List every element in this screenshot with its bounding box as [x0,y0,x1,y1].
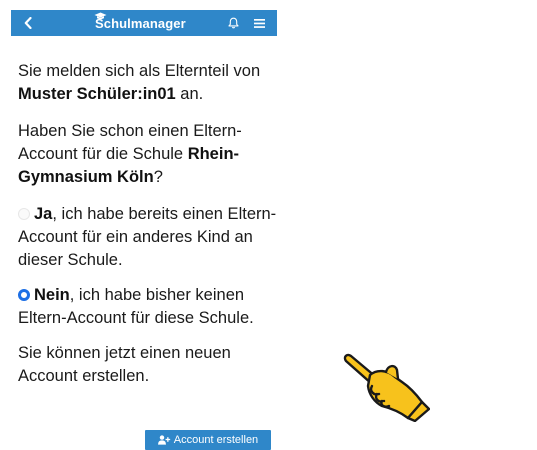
student-name: Muster Schüler:in01 [18,85,176,103]
pointing-hand-icon [343,353,430,422]
top-nav-bar: Schulmanager [11,10,277,36]
add-user-icon [157,435,171,445]
create-account-button[interactable]: Account erstellen [145,430,271,450]
hamburger-menu-icon [253,18,265,28]
brand-name: Schulmanager [95,15,186,31]
page: Schulmanager Sie melden sich als Elternt… [0,0,537,450]
intro-text-part: Sie melden sich als Elternteil von [18,62,261,80]
option-ja-label: Ja [34,205,53,223]
question-text-end: ? [153,168,163,186]
menu-button[interactable] [247,10,271,36]
intro-text: Sie melden sich als Elternteil von Muste… [18,60,280,106]
radio-ja[interactable] [18,208,30,220]
radio-nein[interactable] [18,289,30,301]
option-nein-label: Nein [34,286,70,304]
option-ja[interactable]: Ja, ich habe bereits einen Eltern-Accoun… [18,203,280,272]
info-text: Sie können jetzt einen neuen Account ers… [18,344,231,385]
option-ja-description: , ich habe bereits einen Eltern-Account … [18,205,277,269]
main-content: Sie melden sich als Elternteil von Muste… [18,60,280,388]
brand-logo[interactable]: Schulmanager [94,10,186,36]
create-account-label: Account erstellen [173,434,259,446]
back-button[interactable] [11,10,45,36]
option-nein[interactable]: Nein, ich habe bisher keinen Eltern-Acco… [18,284,280,330]
notifications-button[interactable] [222,10,244,36]
question-text: Haben Sie schon einen Eltern-Account für… [18,120,280,189]
chevron-left-icon [24,17,32,29]
bell-icon [227,17,239,29]
intro-text-end: an. [175,85,204,103]
graduation-cap-icon [94,12,107,20]
